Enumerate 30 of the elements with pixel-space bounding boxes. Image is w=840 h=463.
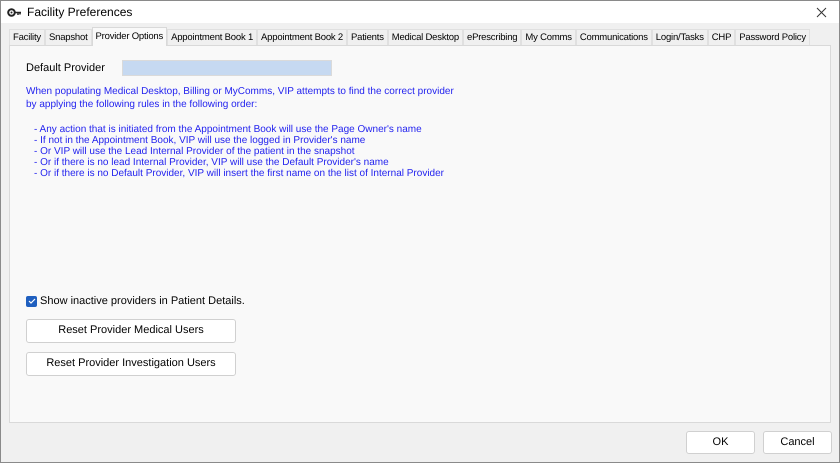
rule-text: - Any action that is initiated from the Appointment Book will use the Page Owner's name [34,124,423,135]
rule-text: - Or VIP will use the Lead Internal Provider of the patient in the snapshot [34,146,356,157]
tab[interactable]: Login/Tasks [652,29,708,45]
key-icon [7,8,21,16]
checkbox[interactable] [26,296,37,307]
rule-text: - Or if there is no Default Provider, VIP will insert the first name on the list of Internal Provider [34,168,445,179]
field-label: Default Provider [26,60,106,76]
action-button[interactable]: Reset Provider Investigation Users [26,352,236,376]
tab[interactable]: Snapshot [44,29,92,45]
tab[interactable]: Provider Options [92,27,168,46]
tab[interactable]: Password Policy [735,29,810,45]
tab[interactable]: Patients [347,29,388,45]
tab[interactable]: Facility [9,29,45,45]
rule-text: - Or if there is no lead Internal Provider, VIP will use the Default Provider's name [34,157,390,168]
tab[interactable]: Communications [576,29,652,45]
tab[interactable]: Appointment Book 1 [167,29,258,45]
cancel-button[interactable]: Cancel [763,431,832,454]
tab[interactable]: My Comms [521,29,576,45]
tab[interactable]: CHP [708,29,736,45]
checkbox-label: Show inactive providers in Patient Details. [40,294,245,309]
ok-button[interactable]: OK [686,431,755,454]
action-button[interactable]: Reset Provider Medical Users [26,318,236,342]
default-provider-field[interactable] [122,60,332,76]
window-title: Facility Preferences [27,4,132,21]
tab[interactable]: Appointment Book 2 [257,29,348,45]
rule-text: - If not in the Appointment Book, VIP will use the logged in Provider's name [34,135,366,146]
close-icon[interactable] [816,6,827,18]
rules-intro: When populating Medical Desktop, Billing or MyComms, VIP attempts to find the correct provider by applying the following rules in the following order: [26,85,455,111]
tab[interactable]: ePrescribing [462,29,522,45]
tab[interactable]: Medical Desktop [388,29,463,45]
